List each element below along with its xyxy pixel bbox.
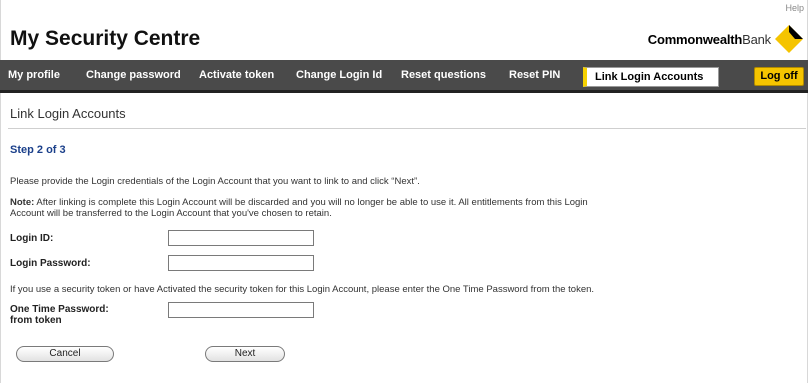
otp-label-line-2: from token (10, 315, 62, 326)
intro-text: Please provide the Login credentials of … (10, 176, 420, 187)
note-label: Note: (10, 197, 35, 208)
next-button[interactable]: Next (205, 346, 285, 362)
brand-name-bold: Commonwealth (647, 31, 743, 47)
brand-name-rest: Bank (742, 31, 771, 47)
nav-my-profile[interactable]: My profile (8, 69, 60, 81)
page-frame (0, 0, 808, 383)
diamond-logo-icon (774, 24, 804, 54)
note-line-1: After linking is complete this Login Acc… (34, 197, 588, 208)
log-off-button[interactable]: Log off (754, 67, 804, 86)
brand-logo: CommonwealthBank (648, 24, 804, 54)
note-text: Note: After linking is complete this Log… (10, 197, 588, 219)
heading-divider (8, 128, 806, 129)
help-link[interactable]: Help (785, 3, 804, 13)
otp-input[interactable] (168, 302, 314, 318)
token-info-text: If you use a security token or have Acti… (10, 284, 595, 295)
login-password-input[interactable] (168, 255, 314, 271)
otp-label: One Time Password: from token (10, 304, 109, 326)
otp-label-line-1: One Time Password: (10, 304, 109, 315)
login-id-input[interactable] (168, 230, 314, 246)
login-id-label: Login ID: (10, 233, 54, 244)
nav-change-login-id[interactable]: Change Login Id (296, 69, 382, 81)
nav-reset-questions[interactable]: Reset questions (401, 69, 486, 81)
page-heading: Link Login Accounts (10, 106, 126, 121)
login-password-label: Login Password: (10, 258, 91, 269)
top-navigation: My profile Change password Activate toke… (0, 60, 808, 93)
step-indicator: Step 2 of 3 (10, 144, 66, 156)
nav-link-login-accounts[interactable]: Link Login Accounts (583, 67, 719, 87)
nav-change-password[interactable]: Change password (86, 69, 181, 81)
nav-activate-token[interactable]: Activate token (199, 69, 274, 81)
cancel-button[interactable]: Cancel (16, 346, 114, 362)
site-title: My Security Centre (10, 27, 201, 50)
nav-reset-pin[interactable]: Reset PIN (509, 69, 560, 81)
note-line-2: Account will be transferred to the Login… (10, 208, 332, 219)
